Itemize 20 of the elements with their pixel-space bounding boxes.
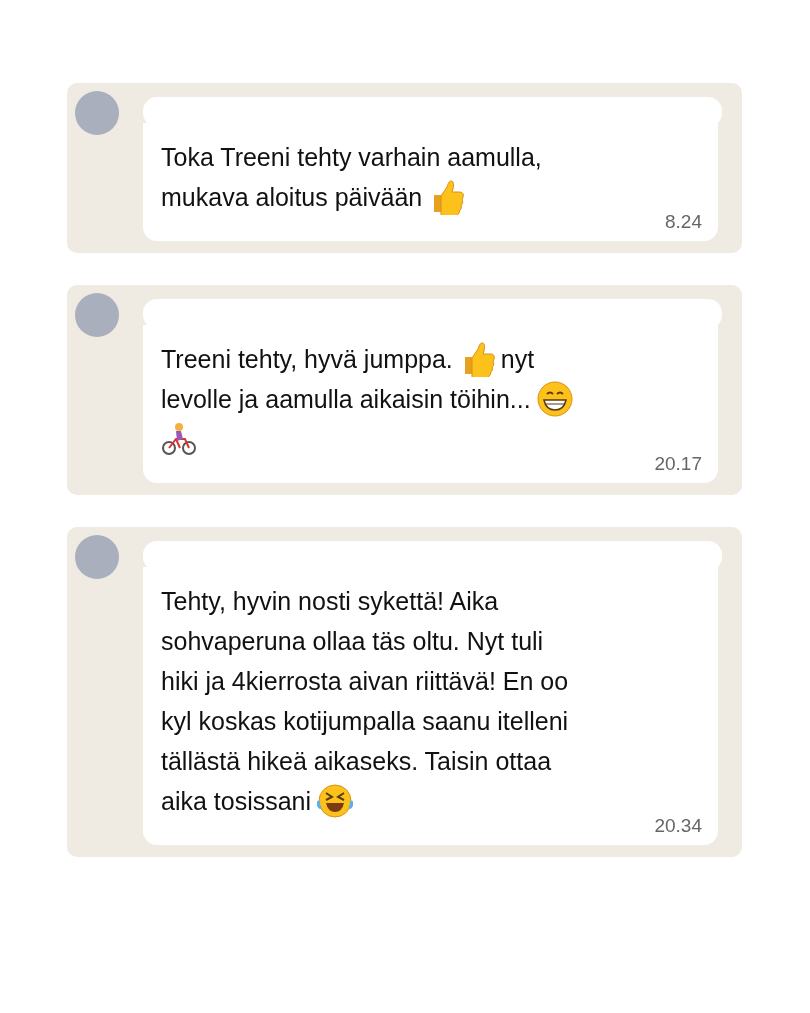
cyclist-icon (161, 421, 197, 457)
avatar-placeholder (75, 535, 119, 579)
message-text: kyl koskas kotijumpalla saanu itelleni (161, 706, 569, 737)
grinning-face-icon (536, 381, 573, 417)
message-time: 20.34 (653, 815, 702, 837)
message-text: mukava aloitus päivään (161, 182, 423, 213)
avatar-placeholder (75, 293, 119, 337)
message-time: 20.17 (653, 453, 702, 475)
message-text: nyt (500, 344, 535, 375)
message-text: sohvaperuna ollaa täs oltu. Nyt tuli (161, 626, 544, 657)
avatar-placeholder (75, 91, 119, 135)
message-text: Toka Treeni tehty varhain aamulla, (161, 142, 542, 173)
message-text: tällästä hikeä aikaseks. Taisin ottaa (161, 746, 552, 777)
message-text: Tehty, hyvin nosti sykettä! Aika (161, 586, 499, 617)
message-time: 8.24 (664, 211, 702, 233)
laughing-face-icon (317, 783, 354, 819)
message-text: hiki ja 4kierrosta aivan riittävä! En oo (161, 666, 569, 697)
message-text: aika tosissani (161, 786, 312, 817)
message-text: levolle ja aamulla aikaisin töihin... (161, 384, 531, 415)
message-text: Treeni tehty, hyvä jumppa. (161, 344, 453, 375)
